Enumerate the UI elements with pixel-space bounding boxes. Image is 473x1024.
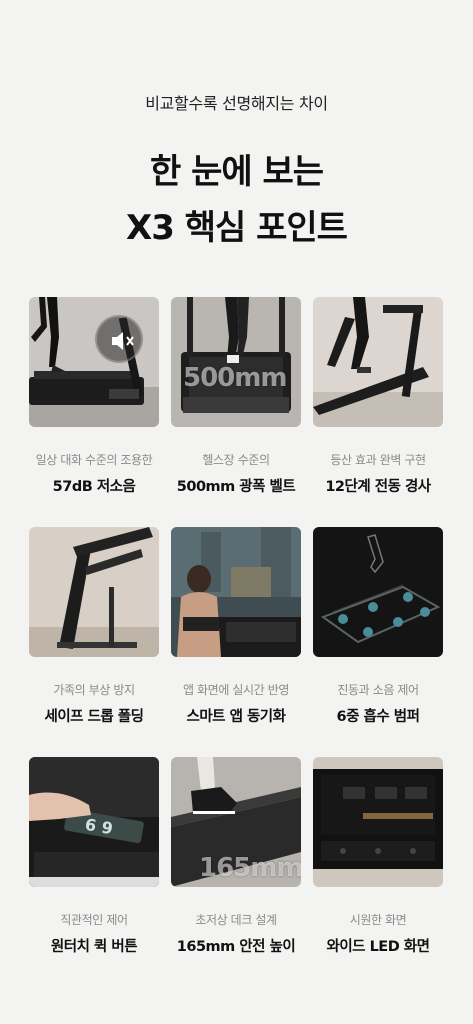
page-title-line2: X3 핵심 포인트 (126, 208, 348, 248)
feature-main-incline: 12단계 전동 경사 (325, 479, 431, 495)
feature-image-bumper (313, 527, 443, 657)
feature-page: 비교할수록 선명해지는 차이 한 눈에 보는 X3 핵심 포인트 일상 대화 수… (0, 0, 473, 1024)
feature-main-app-sync: 스마트 앱 동기화 (186, 709, 286, 725)
belt-width-overlay: 500mm (183, 363, 287, 393)
feature-main-low-noise: 57dB 저소음 (52, 479, 136, 495)
feature-image-low-noise (29, 297, 159, 427)
feature-sub-folding: 가족의 부상 방지 (53, 683, 135, 697)
feature-image-incline (313, 297, 443, 427)
feature-sub-quick-button: 직관적인 제어 (60, 913, 128, 927)
feature-sub-led-screen: 시원한 화면 (349, 913, 407, 927)
feature-image-wide-belt: 500mm (171, 297, 301, 427)
feature-main-bumper: 6중 흡수 범퍼 (336, 709, 420, 725)
feature-sub-app-sync: 앱 화면에 실시간 반영 (182, 683, 289, 697)
feature-image-quick-button: 6 9 (29, 757, 159, 887)
feature-sub-low-noise: 일상 대화 수준의 조용한 (35, 453, 153, 467)
feature-image-led-screen (313, 757, 443, 887)
feature-main-wide-belt: 500mm 광폭 벨트 (176, 479, 296, 495)
feature-sub-bumper: 진동과 소음 제어 (337, 683, 419, 697)
feature-image-low-deck: 165mm (171, 757, 301, 887)
feature-sub-incline: 등산 효과 완벽 구현 (330, 453, 426, 467)
feature-main-quick-button: 원터치 퀵 버튼 (50, 939, 138, 955)
feature-sub-wide-belt: 헬스장 수준의 (202, 453, 270, 467)
mute-speaker-icon (95, 315, 143, 363)
feature-main-low-deck: 165mm 안전 높이 (176, 939, 296, 955)
deck-height-overlay: 165mm (199, 853, 301, 883)
feature-sub-low-deck: 초저상 데크 설계 (195, 913, 277, 927)
feature-image-app-sync (171, 527, 301, 657)
feature-image-folding (29, 527, 159, 657)
feature-main-led-screen: 와이드 LED 화면 (326, 939, 430, 955)
page-title-line1: 한 눈에 보는 (149, 152, 324, 192)
eyebrow-text: 비교할수록 선명해지는 차이 (145, 94, 328, 113)
feature-main-folding: 세이프 드롭 폴딩 (44, 709, 144, 725)
